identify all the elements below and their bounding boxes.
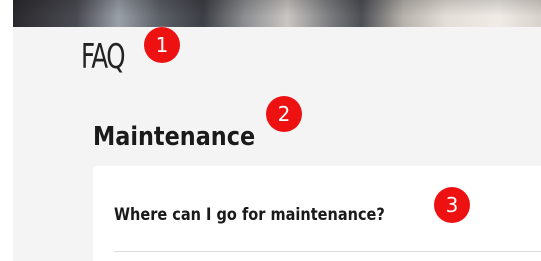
- section-heading-maintenance: Maintenance: [93, 122, 256, 152]
- annotation-marker-3: 3: [434, 187, 470, 223]
- page-title: FAQ: [81, 37, 126, 77]
- hero-image: [13, 0, 541, 27]
- annotation-marker-1: 1: [144, 27, 180, 63]
- faq-divider: [114, 251, 541, 252]
- faq-card: Where can I go for maintenance?: [93, 166, 541, 261]
- faq-question-item[interactable]: Where can I go for maintenance?: [114, 204, 385, 226]
- annotation-marker-2: 2: [266, 96, 302, 132]
